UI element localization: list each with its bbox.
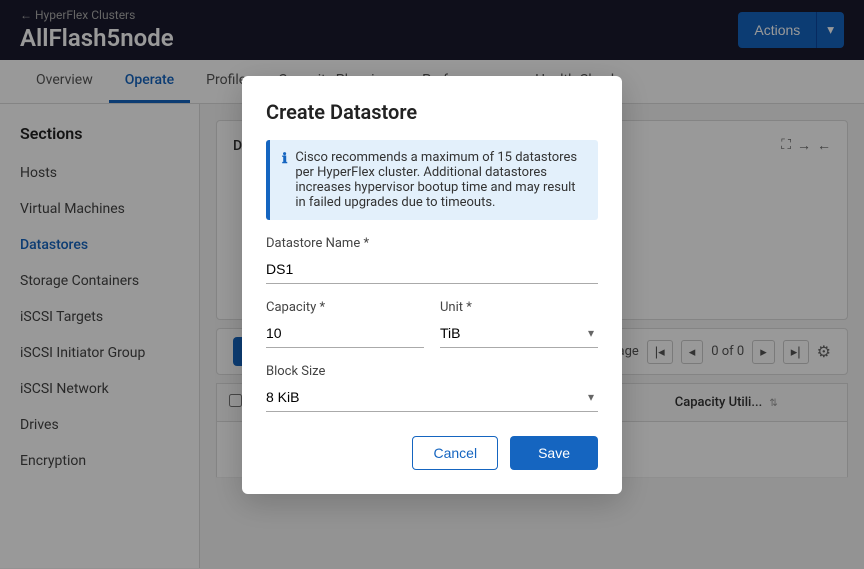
capacity-label: Capacity * [266,300,424,315]
capacity-unit-row: Capacity * Unit * TiB GiB MiB [266,300,598,364]
info-icon: ℹ [282,151,287,210]
cancel-button[interactable]: Cancel [412,436,498,470]
unit-group: Unit * TiB GiB MiB [440,300,598,348]
block-size-select[interactable]: 8 KiB 4 KiB 16 KiB [266,383,598,412]
info-banner: ℹ Cisco recommends a maximum of 15 datas… [266,140,598,220]
unit-select-wrapper: TiB GiB MiB [440,319,598,348]
modal-overlay: Create Datastore ℹ Cisco recommends a ma… [0,0,864,569]
create-datastore-modal: Create Datastore ℹ Cisco recommends a ma… [242,76,622,494]
modal-footer: Cancel Save [266,436,598,470]
block-size-group: Block Size 8 KiB 4 KiB 16 KiB [266,364,598,412]
block-size-label: Block Size [266,364,598,379]
unit-select[interactable]: TiB GiB MiB [440,319,598,348]
datastore-name-input[interactable] [266,255,598,284]
info-text: Cisco recommends a maximum of 15 datasto… [295,150,586,210]
capacity-input[interactable] [266,319,424,348]
capacity-group: Capacity * [266,300,424,348]
datastore-name-label: Datastore Name * [266,236,598,251]
modal-title: Create Datastore [266,100,598,124]
save-button[interactable]: Save [510,436,598,470]
datastore-name-group: Datastore Name * [266,236,598,284]
block-size-select-wrapper: 8 KiB 4 KiB 16 KiB [266,383,598,412]
unit-label: Unit * [440,300,598,315]
